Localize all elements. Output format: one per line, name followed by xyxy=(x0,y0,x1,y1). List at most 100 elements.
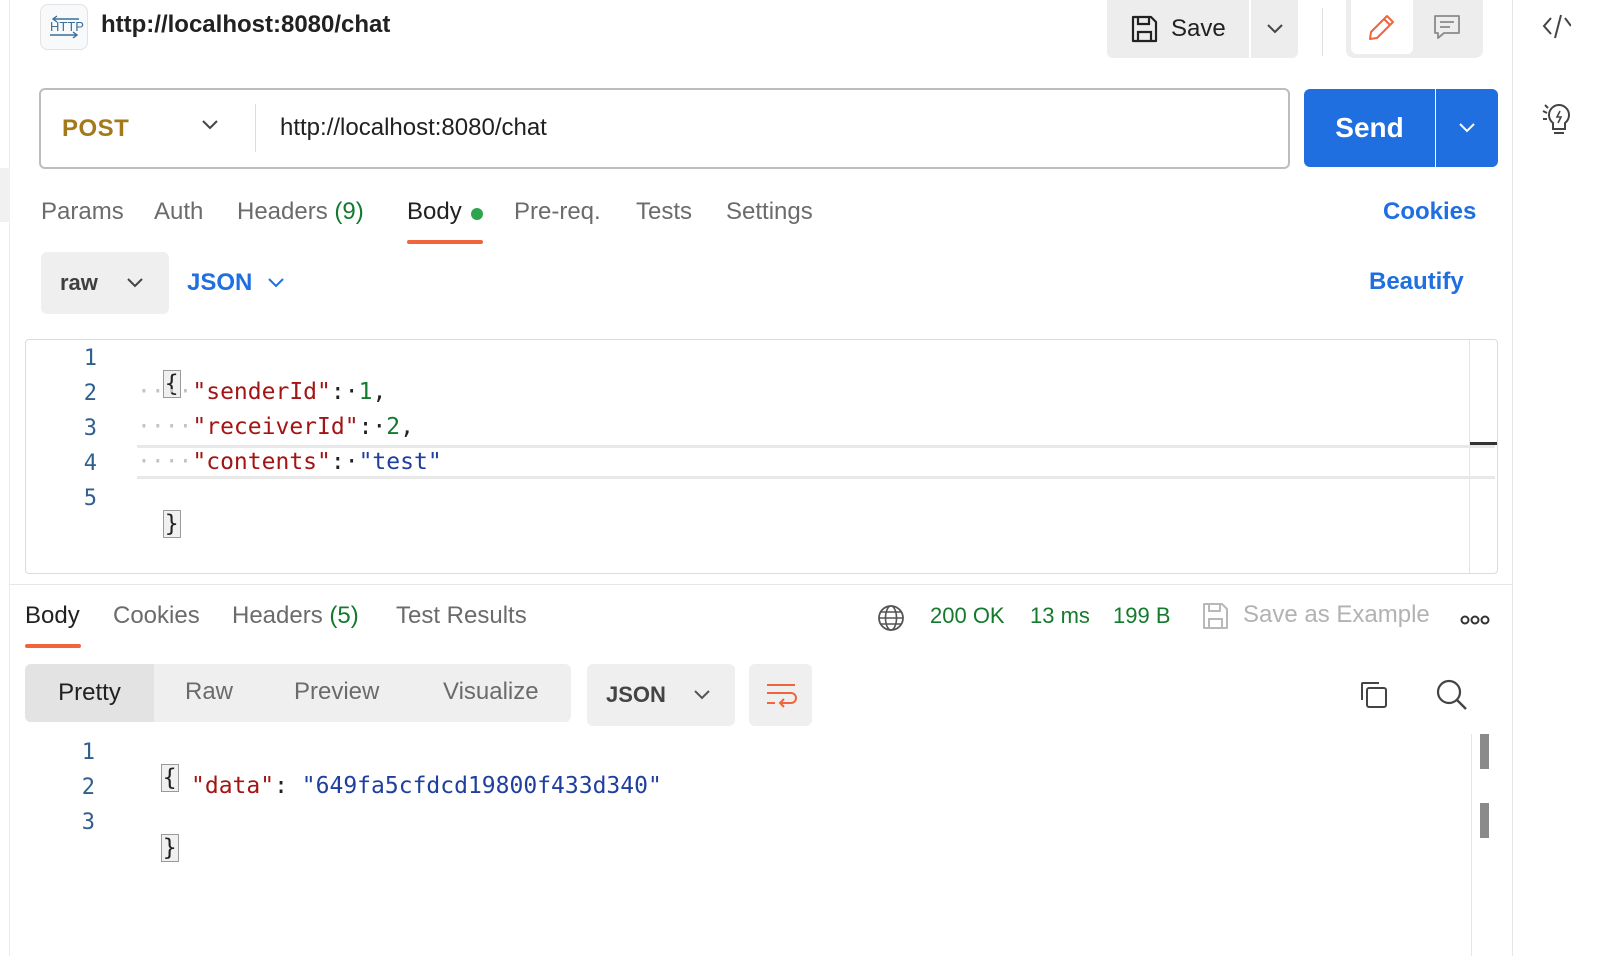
send-label: Send xyxy=(1335,112,1404,143)
json-key: "receiverId" xyxy=(192,414,359,440)
response-language-select[interactable]: JSON xyxy=(587,664,735,726)
response-language-label: JSON xyxy=(606,682,666,707)
body-mode-select[interactable]: raw xyxy=(41,252,169,314)
comment-icon xyxy=(1434,15,1460,39)
json-separator: :· xyxy=(358,414,387,440)
tab-headers[interactable]: Headers (9) xyxy=(237,198,364,226)
view-visualize-button[interactable]: Visualize xyxy=(443,678,539,706)
response-tab-headers[interactable]: Headers (5) xyxy=(232,602,359,630)
json-key: "senderId" xyxy=(192,379,331,405)
send-options-button[interactable] xyxy=(1436,89,1498,167)
response-scrollbar-marker xyxy=(1480,803,1489,838)
line-number: 1 xyxy=(81,740,95,765)
url-input[interactable] xyxy=(266,104,1276,152)
copy-icon[interactable] xyxy=(1358,679,1390,716)
code-line[interactable]: ····"receiverId":·2, xyxy=(137,414,414,440)
method-select[interactable]: POST xyxy=(41,90,255,167)
chevron-down-icon xyxy=(1266,24,1283,34)
json-key: "data" xyxy=(191,773,275,799)
line-number: 3 xyxy=(83,416,97,441)
beautify-link[interactable]: Beautify xyxy=(1369,268,1464,296)
text-wrap-icon xyxy=(766,684,797,708)
save-as-example-button[interactable]: Save as Example xyxy=(1243,601,1430,629)
response-tab-body[interactable]: Body xyxy=(25,602,80,630)
code-icon[interactable] xyxy=(1541,10,1572,47)
response-tab-headers-count: (5) xyxy=(329,602,359,629)
chevron-down-icon xyxy=(694,690,710,700)
line-number: 3 xyxy=(81,810,95,835)
http-request-icon: HTTP xyxy=(40,4,88,50)
save-label: Save xyxy=(1171,15,1226,42)
tab-settings[interactable]: Settings xyxy=(726,198,813,226)
response-status[interactable]: 200 OK xyxy=(930,603,1005,629)
line-number: 2 xyxy=(81,775,95,800)
chevron-down-icon xyxy=(268,278,285,288)
request-title[interactable]: http://localhost:8080/chat xyxy=(101,11,390,39)
view-preview-button[interactable]: Preview xyxy=(294,678,379,706)
view-raw-button[interactable]: Raw xyxy=(185,678,233,706)
tab-params[interactable]: Params xyxy=(41,198,124,226)
send-button[interactable]: Send xyxy=(1304,89,1435,167)
code-line[interactable]: } xyxy=(135,484,181,538)
view-pretty-button[interactable]: Pretty xyxy=(25,664,154,722)
line-number: 2 xyxy=(83,381,97,406)
edit-mode-button[interactable] xyxy=(1351,0,1413,54)
indent-guide: ···· xyxy=(137,379,193,405)
code-line[interactable]: ····"senderId":·1, xyxy=(137,379,386,405)
tab-auth[interactable]: Auth xyxy=(154,198,203,226)
response-scrollbar-thumb[interactable] xyxy=(1480,734,1489,769)
chevron-down-icon xyxy=(127,278,143,288)
response-size[interactable]: 199 B xyxy=(1113,603,1171,629)
tab-body[interactable]: Body xyxy=(407,198,462,226)
tab-headers-label: Headers xyxy=(237,198,328,225)
left-panel-edge xyxy=(0,0,10,956)
json-string: "test" xyxy=(358,449,442,475)
response-tab-cookies[interactable]: Cookies xyxy=(113,602,200,630)
floppy-disk-icon xyxy=(1200,600,1230,637)
pane-splitter[interactable] xyxy=(10,584,1512,585)
tab-prereq[interactable]: Pre-req. xyxy=(514,198,601,226)
tab-headers-count: (9) xyxy=(334,198,364,225)
more-dots-icon[interactable] xyxy=(1460,612,1490,630)
json-number: 1 xyxy=(358,379,373,405)
method-label: POST xyxy=(62,114,130,142)
json-separator: : xyxy=(274,773,302,799)
text-wrap-button[interactable] xyxy=(749,664,812,726)
line-number: 4 xyxy=(83,451,97,476)
body-mode-label: raw xyxy=(60,270,98,295)
response-time[interactable]: 13 ms xyxy=(1030,603,1090,629)
json-comma: , xyxy=(400,414,414,440)
globe-icon[interactable] xyxy=(876,603,906,638)
active-tab-indicator xyxy=(407,240,483,244)
save-options-button[interactable] xyxy=(1251,0,1298,58)
left-panel-handle[interactable] xyxy=(0,168,10,222)
lightbulb-icon[interactable] xyxy=(1541,101,1571,142)
json-key: "contents" xyxy=(192,449,331,475)
response-code-line[interactable]: "data": "649fa5cfdcd19800f433d340" xyxy=(191,773,662,799)
response-scrollbar[interactable] xyxy=(1471,734,1472,956)
indent-guide: ···· xyxy=(137,449,193,475)
matched-brace: } xyxy=(162,510,181,538)
response-tab-headers-label: Headers xyxy=(232,602,323,629)
active-tab-indicator xyxy=(25,644,81,648)
matched-brace: } xyxy=(160,834,179,862)
response-code-line[interactable]: { xyxy=(133,738,179,792)
cookies-link[interactable]: Cookies xyxy=(1383,198,1476,226)
response-code-line[interactable]: } xyxy=(133,808,179,862)
json-comma: , xyxy=(372,379,387,405)
save-button[interactable]: Save xyxy=(1107,0,1249,58)
code-line[interactable]: ····"contents":·"test" xyxy=(137,449,442,475)
json-separator: :· xyxy=(330,379,359,405)
json-string: "649fa5cfdcd19800f433d340" xyxy=(301,773,662,799)
floppy-disk-icon xyxy=(1131,15,1158,43)
chevron-down-icon xyxy=(1459,123,1475,133)
comment-mode-button[interactable] xyxy=(1416,0,1478,54)
body-language-select[interactable]: JSON xyxy=(187,252,286,314)
json-separator: :· xyxy=(330,449,359,475)
search-icon[interactable] xyxy=(1435,678,1469,717)
response-tab-test-results[interactable]: Test Results xyxy=(396,602,527,630)
right-sidebar xyxy=(1512,0,1616,956)
header-divider xyxy=(1322,8,1323,56)
tab-tests[interactable]: Tests xyxy=(636,198,692,226)
json-number: 2 xyxy=(386,414,401,440)
